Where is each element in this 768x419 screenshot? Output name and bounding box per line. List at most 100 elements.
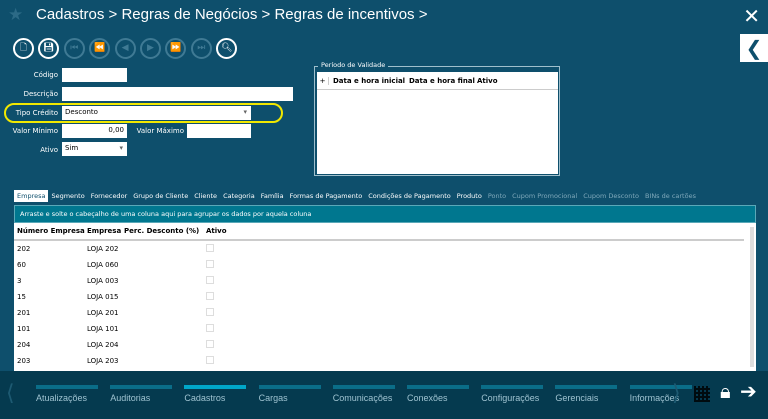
expand-button[interactable]: + xyxy=(317,76,329,85)
first-icon[interactable]: ⏮ xyxy=(63,38,85,59)
nav-bar xyxy=(258,385,321,389)
next-icon[interactable]: ▶ xyxy=(140,38,161,59)
new-document-icon[interactable]: 🗋 xyxy=(13,38,34,59)
tab-cupom-desconto[interactable]: Cupom Desconto xyxy=(580,190,642,202)
nav-bar xyxy=(332,385,395,389)
nav-label: Cargas xyxy=(258,393,288,403)
ativo-checkbox[interactable] xyxy=(206,308,214,316)
ativo-checkbox[interactable] xyxy=(206,276,214,284)
save-icon[interactable]: 💾︎ xyxy=(38,38,60,59)
tab-fam-lia[interactable]: Família xyxy=(258,190,287,202)
descricao-label: Descrição xyxy=(23,90,58,98)
tab-grupo-de-cliente[interactable]: Grupo de Cliente xyxy=(130,190,191,202)
tab-formas-de-pagamento[interactable]: Formas de Pagamento xyxy=(287,190,366,202)
ativo-checkbox[interactable] xyxy=(206,244,214,252)
column-header[interactable]: Data e hora inicial xyxy=(333,77,409,85)
tab-ponto[interactable]: Ponto xyxy=(485,190,509,202)
ativo-checkbox[interactable] xyxy=(206,356,214,364)
empresa-cell: LOJA 015 xyxy=(87,293,119,301)
nav-item[interactable]: Conexões xyxy=(407,385,469,403)
close-icon[interactable]: ✕ xyxy=(743,4,760,28)
valor-minimo-input[interactable]: 0,00 xyxy=(62,124,127,138)
ativo-checkbox[interactable] xyxy=(206,292,214,300)
column-header[interactable]: Data e hora final xyxy=(409,77,477,85)
nav-item[interactable]: Configurações xyxy=(481,385,544,403)
empresa-cell: LOJA 060 xyxy=(87,261,119,269)
chevron-left-icon[interactable]: ❮ xyxy=(740,34,768,62)
ativo-label: Ativo xyxy=(40,146,58,154)
table-row[interactable]: 203 LOJA 203 xyxy=(14,353,756,369)
column-header[interactable]: Perc. Desconto (%) xyxy=(124,227,206,235)
table-row[interactable]: 101 LOJA 101 xyxy=(14,321,756,337)
tab-cupom-promocional[interactable]: Cupom Promocional xyxy=(509,190,580,202)
chevron-left-icon[interactable]: ⟨ xyxy=(6,381,15,406)
breadcrumb: Cadastros > Regras de Negócios > Regras … xyxy=(36,6,428,23)
tab-categoria[interactable]: Categoria xyxy=(220,190,258,202)
valor-minimo-label: Valor Mínimo xyxy=(12,127,58,135)
nav-label: Cadastros xyxy=(184,393,226,403)
ativo-select[interactable]: Sim xyxy=(62,142,127,156)
nav-label: Comunicações xyxy=(332,393,393,403)
numero-cell: 101 xyxy=(17,325,31,333)
table-row[interactable]: 60 LOJA 060 xyxy=(14,257,756,273)
tab-condi-es-de-pagamento[interactable]: Condições de Pagamento xyxy=(365,190,453,202)
ativo-checkbox[interactable] xyxy=(206,324,214,332)
logout-arrow-icon[interactable]: ➔ xyxy=(740,379,757,403)
fast-forward-icon[interactable]: ⏩ xyxy=(165,38,187,59)
column-header[interactable]: Empresa xyxy=(87,227,124,235)
empresa-cell: LOJA 204 xyxy=(87,341,119,349)
nav-item[interactable]: Atualizações xyxy=(36,385,98,403)
group-by-panel[interactable]: Arraste e solte o cabeçalho de uma colun… xyxy=(14,205,756,223)
rewind-icon[interactable]: ⏪ xyxy=(89,38,111,59)
table-row[interactable]: 202 LOJA 202 xyxy=(14,241,756,257)
table-row[interactable]: 3 LOJA 003 xyxy=(14,273,756,289)
nav-item[interactable]: Auditorias xyxy=(110,385,173,403)
chevron-right-icon[interactable]: ⟩ xyxy=(672,381,681,406)
previous-icon[interactable]: ◀ xyxy=(114,38,136,59)
column-header[interactable]: Ativo xyxy=(477,77,498,85)
empresa-cell: LOJA 202 xyxy=(87,245,119,253)
tab-cliente[interactable]: Cliente xyxy=(191,190,220,202)
ativo-checkbox[interactable] xyxy=(206,340,214,348)
valor-maximo-input[interactable] xyxy=(187,124,251,138)
column-header[interactable]: Número Empresa xyxy=(14,227,87,235)
periodo-grid: + Data e hora inicial Data e hora final … xyxy=(317,72,558,174)
table-row[interactable]: 201 LOJA 201 xyxy=(14,305,756,321)
empresa-grid: Número Empresa Empresa Perc. Desconto (%… xyxy=(14,223,756,371)
search-icon[interactable]: 🔍︎ xyxy=(216,38,238,59)
nav-bar xyxy=(629,385,692,389)
scrollbar[interactable] xyxy=(750,227,754,367)
nav-item[interactable]: Cadastros xyxy=(184,385,247,403)
nav-item[interactable]: Gerenciais xyxy=(555,385,618,403)
tab-fornecedor[interactable]: Fornecedor xyxy=(88,190,131,202)
empresa-cell: LOJA 003 xyxy=(87,277,119,285)
descricao-input[interactable] xyxy=(62,87,293,101)
tipo-credito-select[interactable]: Desconto xyxy=(62,106,251,120)
tab-segmento[interactable]: Segmento xyxy=(48,190,87,202)
tipo-credito-label: Tipo Crédito xyxy=(15,109,58,117)
nav-bar xyxy=(481,385,544,389)
nav-item[interactable]: Informações xyxy=(629,385,692,403)
nav-label: Auditorias xyxy=(110,393,151,403)
nav-label: Atualizações xyxy=(36,393,88,403)
nav-bar xyxy=(110,385,173,389)
nav-label: Configurações xyxy=(481,393,540,403)
nav-item[interactable]: Cargas xyxy=(258,385,321,403)
tab-bins-de-cart-es[interactable]: BINs de cartões xyxy=(642,190,699,202)
nav-item[interactable]: Comunicações xyxy=(332,385,395,403)
nav-bar xyxy=(184,385,247,389)
nav-label: Conexões xyxy=(407,393,448,403)
tab-produto[interactable]: Produto xyxy=(454,190,485,202)
nav-label: Gerenciais xyxy=(555,393,599,403)
lock-icon[interactable]: 🔒︎ xyxy=(720,379,731,403)
table-row[interactable]: 204 LOJA 204 xyxy=(14,337,756,353)
tab-empresa[interactable]: Empresa xyxy=(14,190,49,202)
last-icon[interactable]: ⏭ xyxy=(190,38,212,59)
ativo-checkbox[interactable] xyxy=(206,260,214,268)
codigo-input[interactable] xyxy=(62,68,127,82)
nav-bar xyxy=(36,385,98,389)
column-header[interactable]: Ativo xyxy=(206,227,246,235)
star-icon[interactable]: ★ xyxy=(8,5,23,25)
grid-menu-icon[interactable] xyxy=(694,386,710,402)
table-row[interactable]: 15 LOJA 015 xyxy=(14,289,756,305)
